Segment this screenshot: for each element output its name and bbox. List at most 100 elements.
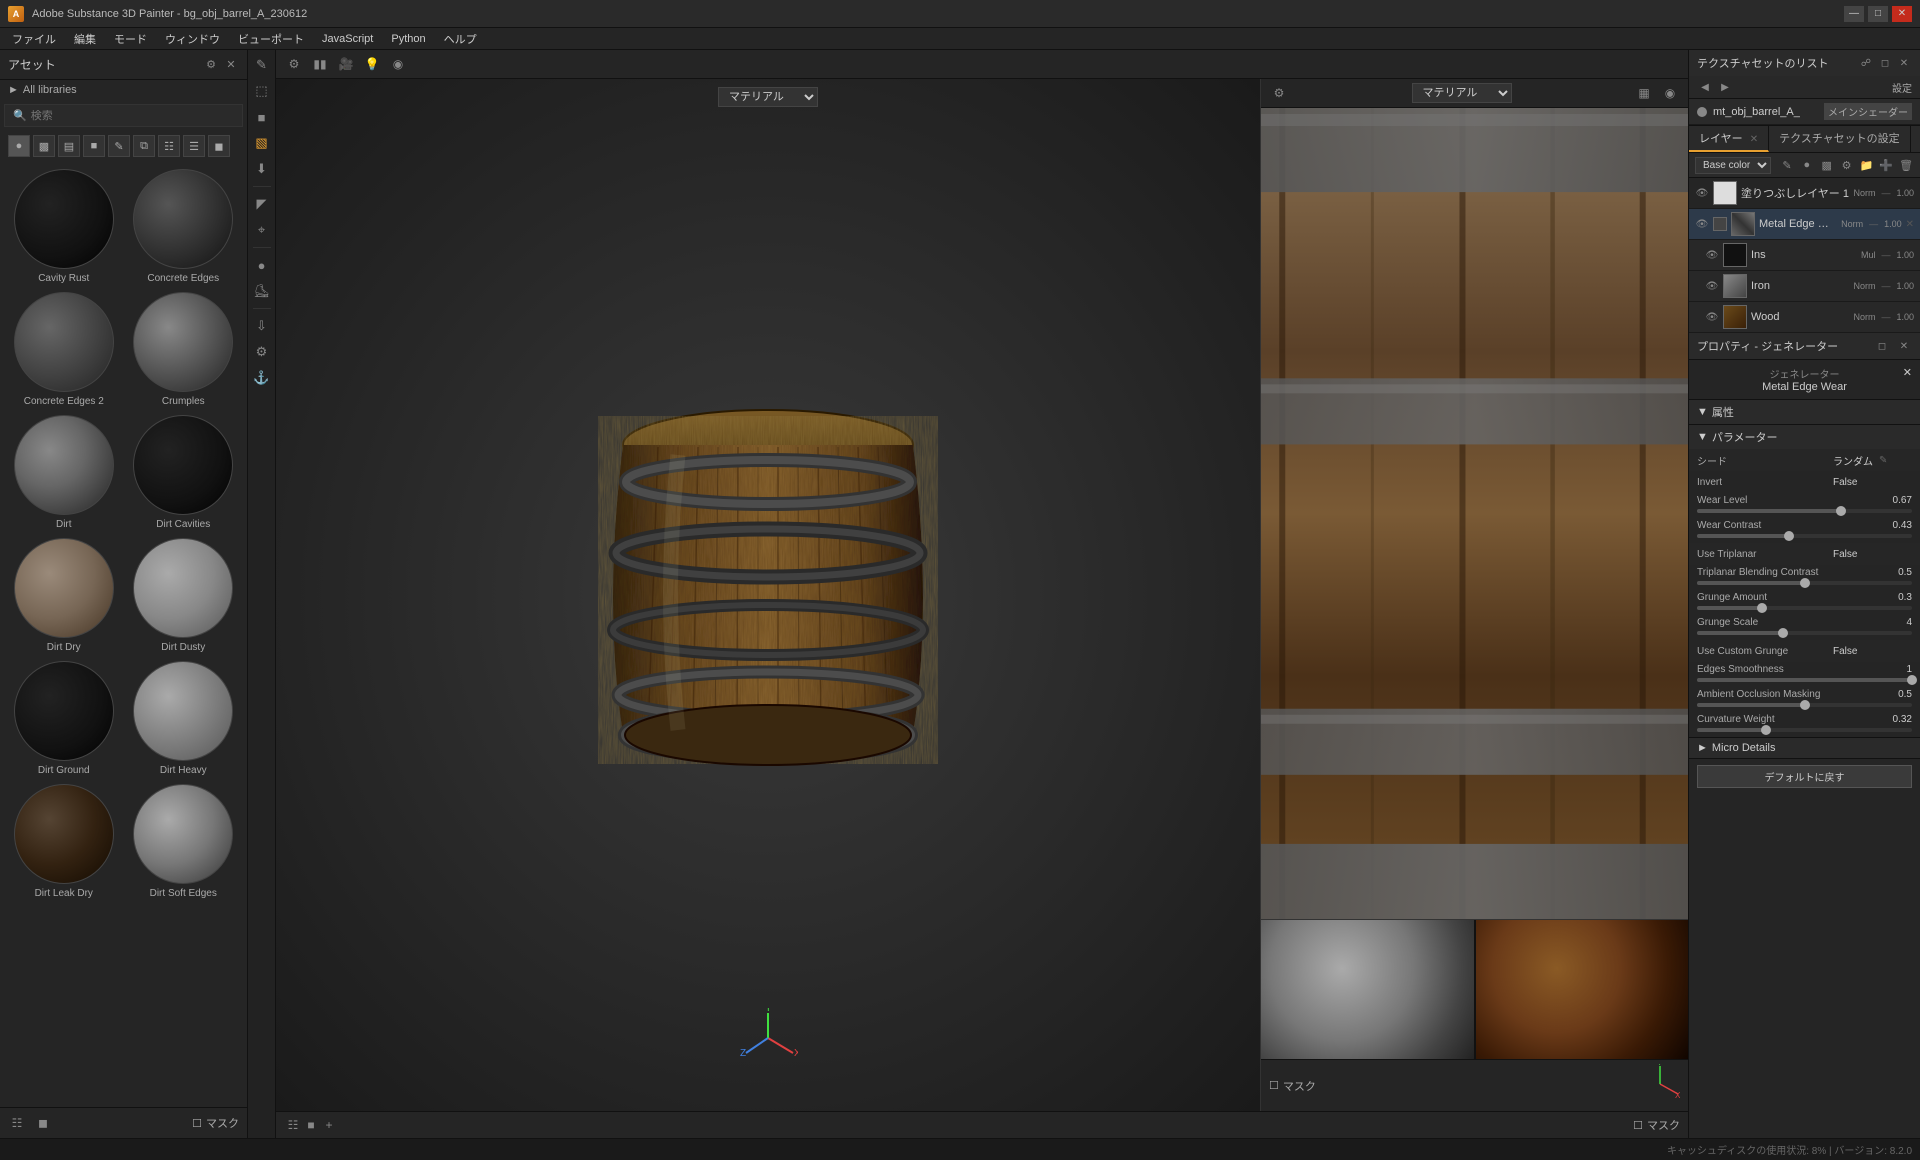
gen-close-btn[interactable]: ✕ xyxy=(1903,366,1912,379)
layer-folder-icon[interactable]: 📁 xyxy=(1858,156,1874,174)
asset-item[interactable]: Dirt Leak Dry xyxy=(8,784,120,899)
single-view-icon[interactable]: ■ xyxy=(302,1116,320,1134)
layer-generator-icon[interactable]: ⚙ xyxy=(1839,156,1855,174)
base-color-select[interactable]: Base color xyxy=(1695,157,1771,174)
props-expand-icon[interactable]: ◻ xyxy=(1874,338,1890,354)
layer-item-wood[interactable]: 👁 Wood Norm — 1.00 xyxy=(1689,302,1920,333)
tool-paint-btn[interactable]: ✎ xyxy=(251,54,273,76)
menu-edit[interactable]: 編集 xyxy=(66,29,104,49)
texture-main-view[interactable] xyxy=(1261,108,1688,919)
layer-paint-icon[interactable]: ✎ xyxy=(1779,156,1795,174)
props-close-icon[interactable]: ✕ xyxy=(1896,338,1912,354)
filter-app-btn[interactable]: ◼ xyxy=(208,135,230,157)
tool-import-btn[interactable]: ⇩ xyxy=(251,315,273,337)
layer-filter-icon[interactable]: ▩ xyxy=(1819,156,1835,174)
attributes-section-header[interactable]: ▼ 属性 xyxy=(1689,400,1920,424)
layer-visibility-metal[interactable]: 👁 xyxy=(1695,217,1709,231)
viewport-settings-icon[interactable]: ⚙ xyxy=(284,54,304,74)
micro-details-header[interactable]: ► Micro Details xyxy=(1689,738,1920,758)
filter-fill-btn[interactable]: ■ xyxy=(83,135,105,157)
tab-texture-settings[interactable]: テクスチャセットの設定 xyxy=(1769,126,1911,152)
ts-pin-icon[interactable]: ☍ xyxy=(1858,55,1874,71)
filter-brush-btn[interactable]: ▩ xyxy=(33,135,55,157)
filter-thumb-btn[interactable]: ☰ xyxy=(183,135,205,157)
menu-window[interactable]: ウィンドウ xyxy=(157,29,228,49)
layer-mask-icon[interactable]: ● xyxy=(1799,156,1815,174)
asset-item[interactable]: Dirt Dusty xyxy=(128,538,240,653)
tab-layers[interactable]: レイヤー ✕ xyxy=(1689,126,1769,152)
search-input[interactable] xyxy=(31,110,234,122)
tool-settings-btn[interactable]: ⚙ xyxy=(251,341,273,363)
layer-add-icon[interactable]: ➕ xyxy=(1878,156,1894,174)
layer-item-metal-edge[interactable]: 👁 Metal Edge Wear Norm — 1.00 ✕ xyxy=(1689,209,1920,240)
viewport-light-icon[interactable]: 💡 xyxy=(362,54,382,74)
asset-item[interactable]: Dirt Dry xyxy=(8,538,120,653)
filter-paint-btn[interactable]: ✎ xyxy=(108,135,130,157)
asset-item[interactable]: Dirt Ground xyxy=(8,661,120,776)
material-select-texture[interactable]: マテリアル xyxy=(1412,83,1512,103)
asset-panel-close-icon[interactable]: ✕ xyxy=(223,57,239,73)
menu-javascript[interactable]: JavaScript xyxy=(314,31,381,47)
filter-eraser-btn[interactable]: ▤ xyxy=(58,135,80,157)
ts-expand-icon[interactable]: ◻ xyxy=(1877,55,1893,71)
viewport-pause-icon[interactable]: ▮▮ xyxy=(310,54,330,74)
asset-panel-settings-icon[interactable]: ⚙ xyxy=(203,57,219,73)
params-section-header[interactable]: ▼ パラメーター xyxy=(1689,425,1920,449)
slider-track-wear-level[interactable] xyxy=(1697,509,1912,513)
asset-item[interactable]: Dirt xyxy=(8,415,120,530)
grid-large-icon[interactable]: ◼ xyxy=(34,1114,52,1132)
slider-track-curvature-weight[interactable] xyxy=(1697,728,1912,732)
tool-smudge-btn[interactable]: ▧ xyxy=(251,132,273,154)
grid-small-icon[interactable]: ☷ xyxy=(8,1114,26,1132)
texture-render-icon[interactable]: ◉ xyxy=(1660,83,1680,103)
tool-color-btn[interactable]: ● xyxy=(251,254,273,276)
filter-grid-btn[interactable]: ☷ xyxy=(158,135,180,157)
layer-visibility-wood[interactable]: 👁 xyxy=(1705,310,1719,324)
layer-visibility-ins[interactable]: 👁 xyxy=(1705,248,1719,262)
slider-track-grunge-scale[interactable] xyxy=(1697,631,1912,635)
menu-help[interactable]: ヘルプ xyxy=(436,29,485,49)
tool-selection-btn[interactable]: ◤ xyxy=(251,193,273,215)
texture-settings-icon[interactable]: ⚙ xyxy=(1269,83,1289,103)
default-button[interactable]: デフォルトに戻す xyxy=(1697,765,1912,788)
add-viewport-icon[interactable]: + xyxy=(320,1116,338,1134)
tool-clone-btn[interactable]: ⬇ xyxy=(251,158,273,180)
slider-track-edges-smoothness[interactable] xyxy=(1697,678,1912,682)
asset-item[interactable]: Concrete Edges xyxy=(128,169,240,284)
asset-item[interactable]: Cavity Rust xyxy=(8,169,120,284)
layer-item-fill[interactable]: 👁 塗りつぶしレイヤー 1 Norm — 1.00 xyxy=(1689,178,1920,209)
filter-texture-btn[interactable]: ⧉ xyxy=(133,135,155,157)
menu-mode[interactable]: モード xyxy=(106,29,155,49)
texture-view-icon[interactable]: ▦ xyxy=(1634,83,1654,103)
asset-item[interactable]: Dirt Cavities xyxy=(128,415,240,530)
tool-fill-btn[interactable]: ■ xyxy=(251,106,273,128)
layer-item-ins[interactable]: 👁 Ins Mul — 1.00 xyxy=(1689,240,1920,271)
texture-set-item[interactable]: mt_obj_barrel_A_ メインシェーダー xyxy=(1689,99,1920,125)
slider-track-triplanar-contrast[interactable] xyxy=(1697,581,1912,585)
viewport-camera-icon[interactable]: 🎥 xyxy=(336,54,356,74)
asset-item[interactable]: Crumples xyxy=(128,292,240,407)
tool-transform-btn[interactable]: ⌖ xyxy=(251,219,273,241)
layer-delete-icon[interactable]: 🗑 xyxy=(1898,156,1914,174)
ts-nav-back-icon[interactable]: ◀ xyxy=(1697,79,1713,95)
asset-item[interactable]: Dirt Heavy xyxy=(128,661,240,776)
menu-file[interactable]: ファイル xyxy=(4,29,64,49)
tool-eyedropper-btn[interactable]: ⛸ xyxy=(251,280,273,302)
asset-item[interactable]: Concrete Edges 2 xyxy=(8,292,120,407)
viewport-3d[interactable]: マテリアル xyxy=(276,79,1260,1111)
menu-python[interactable]: Python xyxy=(383,31,433,47)
all-libraries-item[interactable]: ► All libraries xyxy=(0,80,247,100)
filter-all-btn[interactable]: ● xyxy=(8,135,30,157)
layers-tab-close[interactable]: ✕ xyxy=(1750,134,1758,145)
close-button[interactable]: ✕ xyxy=(1892,6,1912,22)
ts-close-icon[interactable]: ✕ xyxy=(1896,55,1912,71)
layer-close-metal[interactable]: ✕ xyxy=(1906,219,1914,230)
maximize-button[interactable]: □ xyxy=(1868,6,1888,22)
material-select-3d[interactable]: マテリアル xyxy=(718,87,818,107)
slider-track-wear-contrast[interactable] xyxy=(1697,534,1912,538)
param-edit-seed-icon[interactable]: ✎ xyxy=(1879,455,1887,466)
slider-track-grunge-amount[interactable] xyxy=(1697,606,1912,610)
layer-item-iron[interactable]: 👁 Iron Norm — 1.00 xyxy=(1689,271,1920,302)
menu-viewport[interactable]: ビューポート xyxy=(230,29,312,49)
grid-view-icon[interactable]: ☷ xyxy=(284,1116,302,1134)
